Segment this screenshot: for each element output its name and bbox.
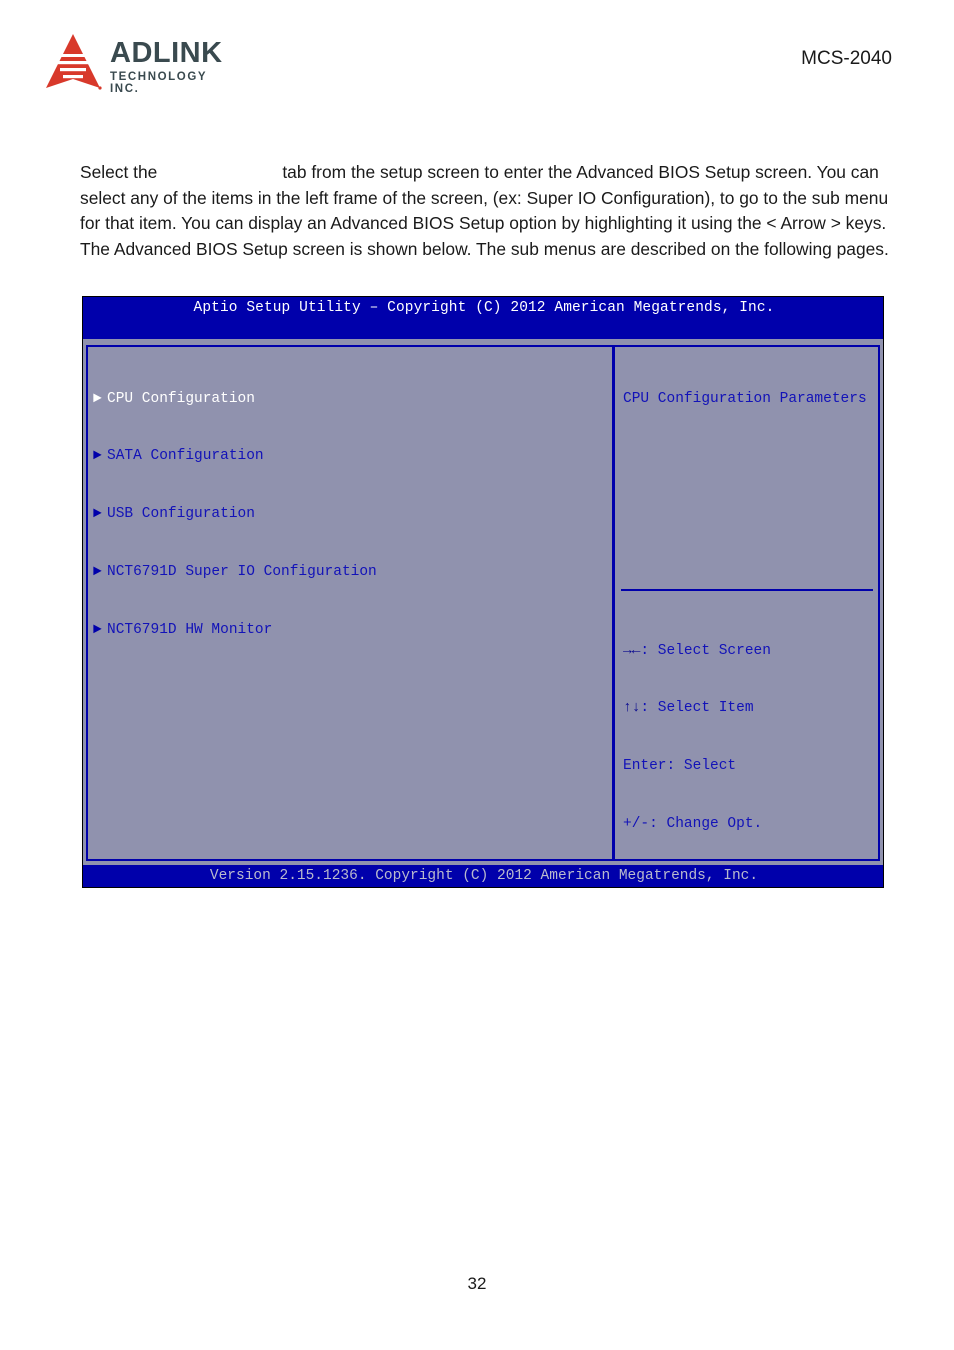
bios-panel-divider — [612, 345, 615, 861]
key-legend-row: Enter: Select — [623, 757, 873, 776]
menu-item-hw-monitor[interactable]: ► NCT6791D HW Monitor — [91, 621, 607, 640]
menu-item-usb-configuration[interactable]: ► USB Configuration — [91, 505, 607, 524]
key-legend-label: +/-: Change Opt. — [623, 816, 763, 833]
bios-help-text: CPU Configuration Parameters — [623, 390, 867, 407]
key-legend-row: →←: Select Screen — [623, 642, 873, 661]
menu-item-label: NCT6791D HW Monitor — [107, 622, 273, 639]
paragraph-lead-text: Select the — [80, 162, 158, 182]
adlink-triangle-icon — [46, 34, 102, 90]
adlink-tagline-text: TECHNOLOGY INC. — [110, 71, 207, 95]
adlink-logo: ADLINK TECHNOLOGY INC. — [42, 33, 222, 95]
menu-item-label: USB Configuration — [107, 506, 255, 523]
key-legend-label: Enter: Select — [623, 758, 737, 775]
bios-right-panel: CPU Configuration Parameters →←: Select … — [621, 351, 873, 887]
menu-item-sata-configuration[interactable]: ► SATA Configuration — [91, 447, 607, 466]
key-legend-row: +/-: Change Opt. — [623, 815, 873, 834]
bios-title-bar: Aptio Setup Utility – Copyright (C) 2012… — [83, 297, 883, 319]
adlink-brand-text: ADLINK — [110, 37, 223, 69]
menu-item-label: NCT6791D Super IO Configuration — [107, 564, 377, 581]
triangle-right-icon: ► — [93, 506, 102, 523]
triangle-right-icon: ► — [93, 390, 102, 407]
bios-setup-screenshot: Aptio Setup Utility – Copyright (C) 2012… — [82, 296, 884, 888]
bios-left-panel: ► CPU Configuration ► SATA Configuration ►… — [91, 351, 607, 855]
bios-key-legend: →←: Select Screen ↑↓: Select Item Enter:… — [621, 603, 873, 887]
bios-help-separator — [621, 589, 873, 591]
triangle-right-icon: ► — [93, 564, 102, 581]
intro-paragraph: Select the tab from the setup screen to e… — [80, 160, 890, 262]
menu-item-label: SATA Configuration — [107, 448, 264, 465]
model-number: MCS-2040 — [801, 48, 892, 69]
bios-main-area: ► CPU Configuration ► SATA Configuration ►… — [83, 339, 883, 887]
left-right-arrow-icon: →← — [623, 642, 641, 659]
menu-item-cpu-configuration[interactable]: ► CPU Configuration — [91, 390, 607, 409]
page-number: 32 — [467, 1274, 487, 1293]
key-legend-label: : Select Screen — [640, 642, 771, 659]
triangle-right-icon: ► — [93, 448, 102, 465]
menu-item-super-io-configuration[interactable]: ► NCT6791D Super IO Configuration — [91, 563, 607, 582]
page-header: ADLINK TECHNOLOGY INC. MCS-2040 — [0, 0, 954, 110]
bios-menu-bar[interactable]: Main Advanced Chipset Boot Security Save… — [83, 319, 883, 357]
paragraph-main-text: tab from the setup screen to enter the A… — [80, 162, 889, 259]
adlink-wordmark: ADLINK TECHNOLOGY INC. — [110, 39, 223, 95]
bios-version-bar: Version 2.15.1236. Copyright (C) 2012 Am… — [83, 865, 883, 887]
menu-item-label: CPU Configuration — [107, 390, 255, 407]
up-down-arrow-icon: ↑↓ — [623, 700, 641, 717]
key-legend-label: : Select Item — [640, 700, 754, 717]
key-legend-row: ↑↓: Select Item — [623, 699, 873, 718]
triangle-right-icon: ► — [93, 622, 102, 639]
